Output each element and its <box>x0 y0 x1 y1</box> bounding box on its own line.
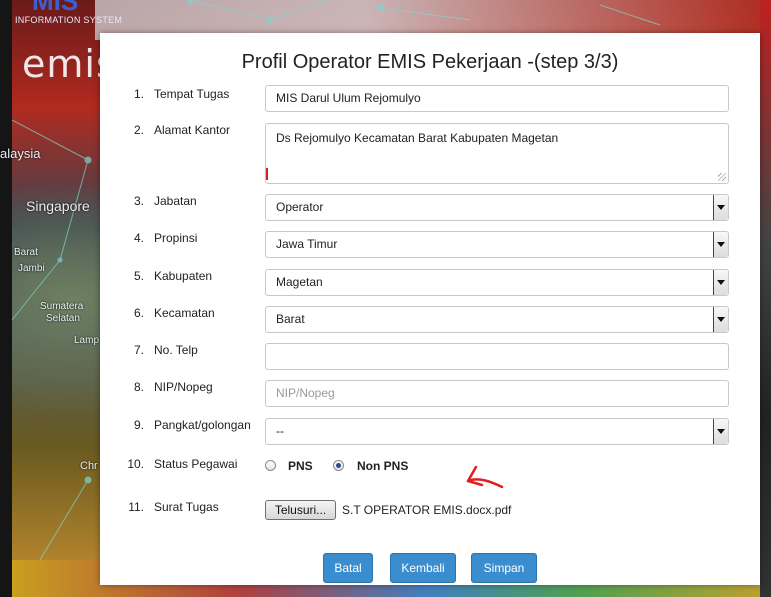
batal-button[interactable]: Batal <box>323 553 373 583</box>
kecamatan-select[interactable]: Barat <box>265 306 729 333</box>
field-number: 10. <box>127 457 144 471</box>
field-label: No. Telp <box>154 343 198 357</box>
map-label: Singapore <box>26 198 90 214</box>
nip-input[interactable]: NIP/Nopeg <box>265 380 729 407</box>
chevron-down-icon[interactable] <box>713 419 728 444</box>
map-label: Jambi <box>18 263 45 274</box>
field-label: Tempat Tugas <box>154 87 230 101</box>
alamat-kantor-value: Ds Rejomulyo Kecamatan Barat Kabupaten M… <box>276 131 559 145</box>
field-label: NIP/Nopeg <box>154 380 213 394</box>
field-number: 5. <box>133 269 144 283</box>
map-label: Sumatera <box>40 301 84 312</box>
chevron-down-icon[interactable] <box>713 232 728 257</box>
radio-non-pns-label: Non PNS <box>357 459 409 473</box>
no-telp-input[interactable] <box>265 343 729 370</box>
jabatan-select[interactable]: Operator <box>265 194 729 221</box>
field-number: 4. <box>133 231 144 245</box>
field-number: 6. <box>133 306 144 320</box>
jabatan-selected: Operator <box>276 200 324 214</box>
kembali-button[interactable]: Kembali <box>390 553 456 583</box>
field-label: Alamat Kantor <box>154 123 231 137</box>
kabupaten-select[interactable]: Magetan <box>265 269 729 296</box>
field-label: Propinsi <box>154 231 198 245</box>
field-number: 8. <box>133 380 144 394</box>
radio-pns[interactable] <box>265 460 276 471</box>
selected-file-name: S.T OPERATOR EMIS.docx.pdf <box>342 503 512 517</box>
map-label: Chr <box>80 460 98 472</box>
modal-title: Profil Operator EMIS Pekerjaan -(step 3/… <box>241 51 619 73</box>
simpan-button[interactable]: Simpan <box>471 553 537 583</box>
text-cursor-mark <box>266 168 268 180</box>
field-number: 2. <box>133 123 144 137</box>
field-label: Surat Tugas <box>154 500 219 514</box>
field-number: 7. <box>133 343 144 357</box>
kecamatan-selected: Barat <box>276 312 305 326</box>
field-label: Pangkat/golongan <box>154 418 251 432</box>
map-label: alaysia <box>0 146 41 161</box>
chevron-down-icon[interactable] <box>713 270 728 295</box>
resize-grip-icon[interactable] <box>718 173 726 181</box>
map-label: Barat <box>14 247 38 258</box>
pangkat-selected: -- <box>276 424 284 438</box>
browse-file-button[interactable]: Telusuri... <box>265 500 336 520</box>
chevron-down-icon[interactable] <box>713 307 728 332</box>
field-number: 3. <box>133 194 144 208</box>
propinsi-select[interactable]: Jawa Timur <box>265 231 729 258</box>
logo-subtitle: INFORMATION SYSTEM <box>15 15 123 25</box>
propinsi-selected: Jawa Timur <box>276 237 338 251</box>
radio-non-pns[interactable] <box>333 460 344 471</box>
pangkat-select[interactable]: -- <box>265 418 729 445</box>
field-number: 11. <box>128 500 144 514</box>
field-label: Kabupaten <box>154 269 213 283</box>
field-label: Jabatan <box>154 194 197 208</box>
kabupaten-selected: Magetan <box>276 275 323 289</box>
alamat-kantor-textarea[interactable]: Ds Rejomulyo Kecamatan Barat Kabupaten M… <box>265 123 729 184</box>
map-label: Lamp <box>74 335 100 346</box>
profile-modal: Profil Operator EMIS Pekerjaan -(step 3/… <box>100 33 760 585</box>
radio-pns-label: PNS <box>288 459 313 473</box>
field-number: 9. <box>133 418 144 432</box>
map-label: Selatan <box>46 313 80 324</box>
field-label: Kecamatan <box>154 306 215 320</box>
tempat-tugas-input[interactable]: MIS Darul Ulum Rejomulyo <box>265 85 729 112</box>
chevron-down-icon[interactable] <box>713 195 728 220</box>
field-number: 1. <box>133 87 144 101</box>
red-arrow-annotation-icon <box>466 465 504 489</box>
field-label: Status Pegawai <box>154 457 238 471</box>
